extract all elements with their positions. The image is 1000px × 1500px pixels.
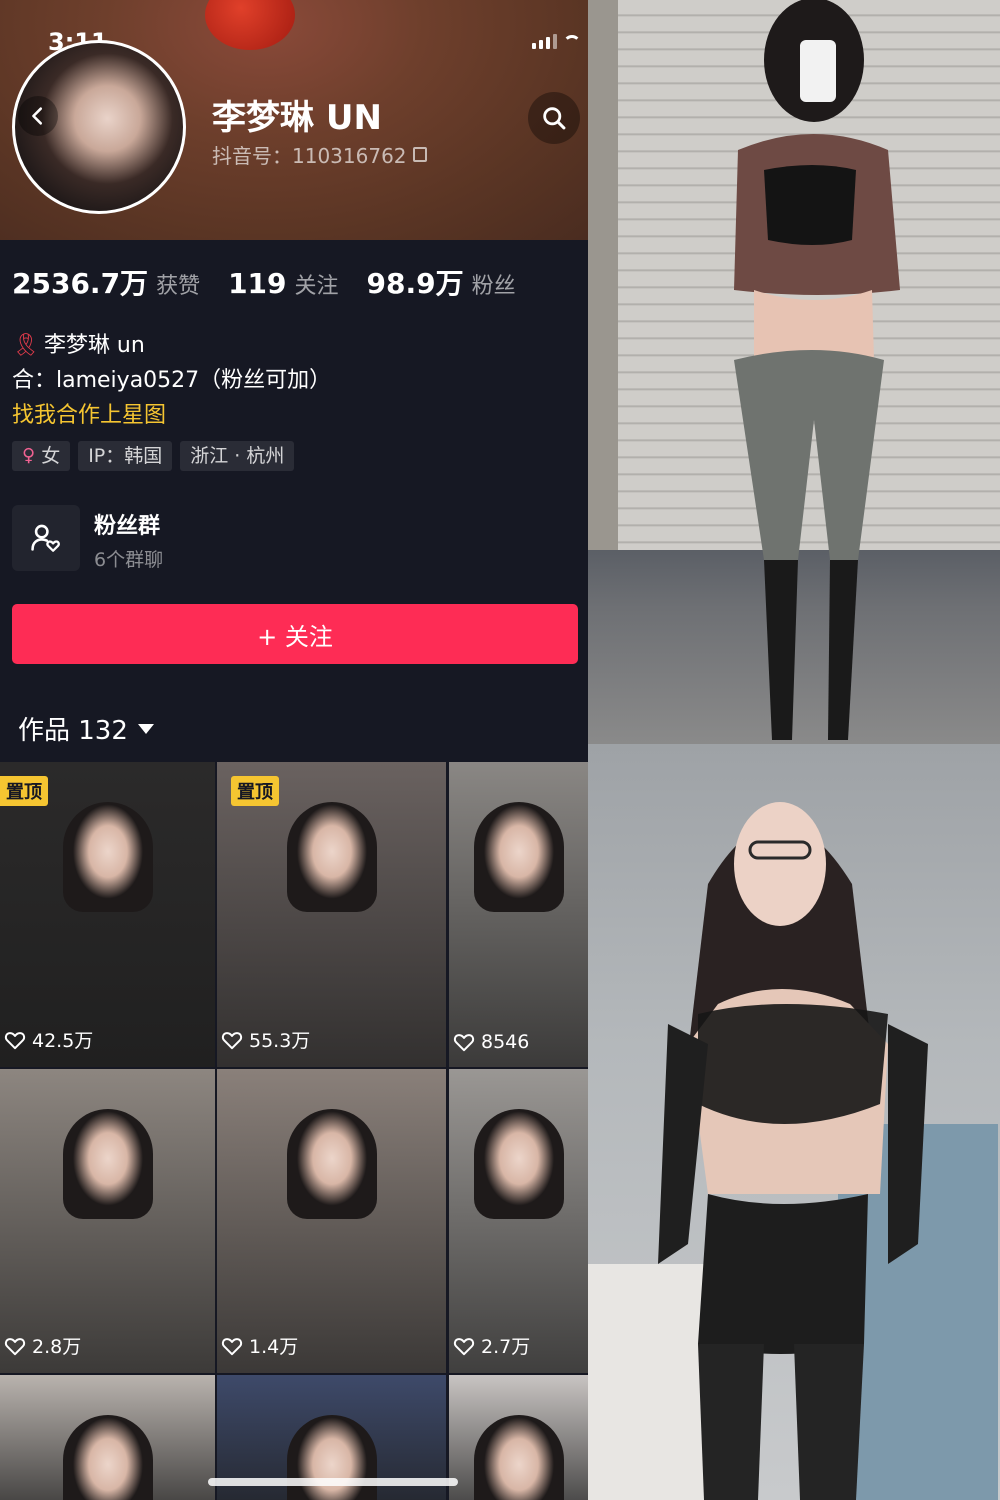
profile-panel: 3:11 李梦琳 UN 抖音号：110316762 2536.7万 获赞 119… (0, 0, 588, 1500)
tag-gender: ♀ 女 (12, 441, 71, 471)
fan-group-icon[interactable] (12, 505, 80, 571)
video-thumbnail[interactable]: 置顶 42.5万 (0, 762, 215, 1067)
profile-tags: ♀ 女 IP：韩国 浙江 · 杭州 (12, 441, 295, 471)
video-thumbnail[interactable]: 8546 (449, 762, 588, 1067)
signal-icon (532, 34, 557, 49)
heart-icon (221, 1031, 243, 1049)
tag-location: 浙江 · 杭州 (180, 441, 295, 471)
stat-followers-value: 98.9万 (366, 267, 464, 300)
video-thumbnail[interactable]: 2.8万 (0, 1069, 215, 1373)
female-icon: ♀ (22, 445, 36, 466)
profile-name: 李梦琳 UN (212, 98, 382, 138)
video-likes: 2.8万 (4, 1332, 81, 1359)
video-thumbnail[interactable]: 置顶 55.3万 (217, 762, 446, 1067)
thumbnail-figure (62, 1415, 153, 1500)
person-silhouette-top (734, 0, 900, 740)
bio-line-2: 合：lameiya0527（粉丝可加） (12, 368, 332, 393)
thumbnail-figure (62, 802, 153, 912)
person-silhouette-bottom (658, 802, 928, 1500)
profile-id-text: 抖音号：110316762 (212, 144, 407, 168)
bio-line-1-text: 李梦琳 un (43, 333, 145, 358)
status-icons (532, 34, 581, 49)
video-likes: 8546 (453, 1031, 529, 1053)
back-icon[interactable] (18, 96, 58, 136)
pinned-badge: 置顶 (231, 776, 279, 806)
thumbnail-figure (473, 1109, 564, 1219)
stat-following-value: 119 (228, 267, 287, 300)
video-thumbnail[interactable]: 1.4万 (217, 1069, 446, 1373)
home-indicator[interactable] (208, 1478, 458, 1486)
video-likes: 1.4万 (221, 1332, 298, 1359)
stat-likes[interactable]: 2536.7万 获赞 (12, 262, 200, 302)
video-likes-count: 2.8万 (32, 1336, 82, 1358)
thumbnail-figure (473, 1415, 564, 1500)
thumbnail-figure (62, 1109, 153, 1219)
video-thumbnail[interactable]: 2.7万 (449, 1069, 588, 1373)
wifi-icon (563, 35, 581, 49)
copy-icon[interactable] (412, 147, 427, 162)
thumbnail-figure (286, 1109, 377, 1219)
video-likes-count: 2.7万 (481, 1336, 531, 1358)
profile-id[interactable]: 抖音号：110316762 (212, 140, 427, 169)
thumbnail-figure (473, 802, 564, 912)
bio-line-1: 🎗 李梦琳 un (12, 328, 331, 363)
works-label: 作品 132 (18, 716, 128, 746)
video-likes: 55.3万 (221, 1026, 310, 1053)
thumbnail-figure (286, 1415, 377, 1500)
thumbnail-figure (286, 802, 377, 912)
stat-likes-value: 2536.7万 (12, 267, 149, 300)
video-likes-count: 42.5万 (32, 1030, 94, 1052)
heart-icon (453, 1034, 475, 1052)
video-likes-count: 8546 (481, 1031, 530, 1053)
stat-likes-label: 获赞 (156, 274, 201, 299)
fan-group-subtitle: 6个群聊 (94, 549, 164, 571)
profile-stats: 2536.7万 获赞 119 关注 98.9万 粉丝 (12, 262, 516, 302)
header-decoration (205, 0, 295, 50)
photo-bottom (588, 744, 1000, 1500)
tag-gender-text: 女 (41, 445, 61, 467)
video-likes: 42.5万 (4, 1026, 93, 1053)
heart-icon (4, 1337, 26, 1355)
bio-line-3[interactable]: 找我合作上星图 (12, 398, 331, 433)
heart-icon (221, 1337, 243, 1355)
dropdown-caret-icon (137, 723, 154, 734)
follow-button[interactable]: + 关注 (12, 604, 578, 664)
photo-top (588, 0, 1000, 744)
tag-ip: IP：韩国 (78, 441, 173, 471)
heart-icon (4, 1031, 26, 1049)
video-likes: 2.7万 (453, 1332, 530, 1359)
search-icon[interactable] (528, 92, 580, 144)
works-tab[interactable]: 作品 132 (18, 710, 154, 747)
stat-followers-label: 粉丝 (471, 274, 516, 299)
video-likes-count: 1.4万 (249, 1336, 299, 1358)
video-likes-count: 55.3万 (249, 1030, 311, 1052)
fan-group-title[interactable]: 粉丝群 (94, 508, 160, 540)
heart-icon (453, 1337, 475, 1355)
ribbon-icon: 🎗 (12, 333, 40, 358)
video-thumbnail[interactable] (0, 1375, 215, 1500)
video-thumbnail[interactable] (449, 1375, 588, 1500)
stat-following[interactable]: 119 关注 (228, 267, 338, 300)
profile-bio: 🎗 李梦琳 un 合：lameiya0527（粉丝可加） 找我合作上星图 (12, 328, 331, 433)
stat-following-label: 关注 (294, 274, 339, 299)
stat-followers[interactable]: 98.9万 粉丝 (367, 262, 516, 302)
pinned-badge: 置顶 (0, 776, 48, 806)
